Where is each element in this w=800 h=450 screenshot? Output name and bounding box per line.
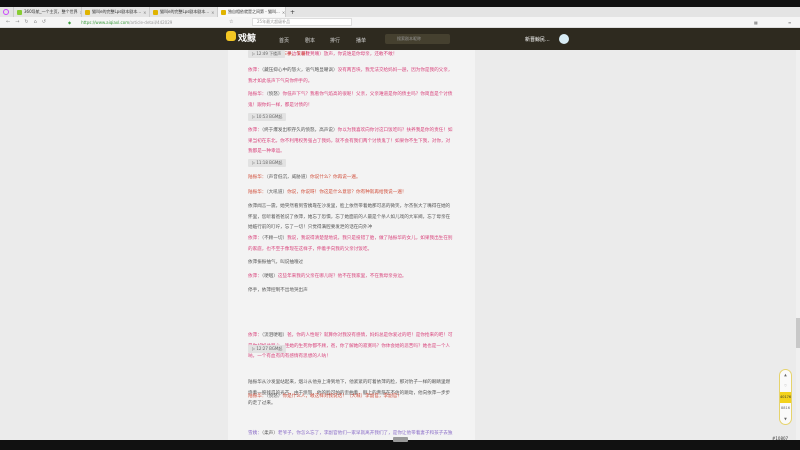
new-tab-button[interactable]: + [290, 9, 295, 16]
speaker-name: 陆振华： [248, 92, 267, 97]
page-body: 陆振华：（不耐烦，手边发着鞭凳嘴）放声，你说谁是你母亲，还敢不敢！ 依萍：（藏压… [0, 50, 796, 440]
dialog-line: 依萍：（不顾一切）我说，我说得清楚楚地说，我只是投错了胎，做了陆振华的女儿，如果… [248, 234, 453, 255]
address-bar: ← → ↻ ⌂ ↺ ◆ https://www.aiqiaxl.com/article-… [0, 17, 800, 28]
nav-home[interactable]: 首页 [279, 37, 289, 44]
dialog-text: 你说，你说呀！你这是什么意思？你有种就再给我说一遍！ [287, 190, 407, 195]
version-label: #10807 [772, 436, 789, 441]
scrollbar[interactable] [796, 50, 800, 440]
speaker-name: 依萍： [248, 333, 262, 338]
like-icon[interactable]: ♡ [780, 381, 791, 392]
menu-icon[interactable]: ≡ [788, 20, 791, 25]
back-icon[interactable]: ← [6, 19, 10, 25]
apps-icon[interactable]: ▦ [754, 20, 758, 25]
speaker-name: 陆振华： [248, 190, 267, 195]
scroll-bottom-button[interactable]: ▼ [780, 414, 791, 425]
site-header: 戏鲸 首页 剧本 排行 播单 搜索剧本昵称 新晋鲸民... [0, 28, 800, 50]
stage-direction: （哽咽） [261, 274, 278, 279]
tab-1[interactable]: 360导航_一个主页，整个世界× [14, 7, 82, 17]
nav-scripts[interactable]: 剧本 [305, 37, 315, 44]
stage-direction: （愤怒） [266, 394, 283, 399]
narration-paragraph: 停手，依萍控制不出地哭出声 [248, 288, 308, 293]
dialog-text: 乍录，乍录！ [282, 52, 311, 57]
dialog-line: 陆振华：（愤怒）你是什么人，敢这样对我说话！（大喊）李副官，李副官！ [248, 392, 453, 403]
forward-icon[interactable]: → [15, 19, 19, 25]
dialog-line: 依萍：（藏压抑心中的怒火，语气略显嘲讽）没有两百块，我无法交给妈妈一趟，因为你是… [248, 66, 453, 87]
url-input[interactable]: https://www.aiqiaxl.com/article-detail/4… [81, 20, 172, 25]
browser-logo[interactable] [0, 7, 14, 17]
home-icon[interactable]: ⌂ [34, 19, 37, 25]
stage-direction: （藏压抑心中的怒火，语气略显嘲讽） [261, 68, 338, 73]
dialog-line: 陆振华：（声音低沉，威胁道）你说什么？你再说一遍。 [248, 173, 453, 184]
taskbar [0, 442, 800, 450]
article-column: 陆振华：（不耐烦，手边发着鞭凳嘴）放声，你说谁是你母亲，还敢不敢！ 依萍：（藏压… [228, 50, 475, 440]
scroll-top-button[interactable]: ▲ [780, 370, 791, 381]
bgm-badge: ▷ 12:27 BGM起 [248, 345, 287, 353]
dialog-text: 你说什么？你再说一遍。 [310, 175, 361, 180]
stage-direction: （流泪哽咽） [261, 333, 288, 338]
close-icon[interactable]: × [211, 10, 214, 15]
avatar[interactable] [559, 34, 569, 44]
browser-search-input[interactable]: 25年最大超级补品 [252, 18, 352, 26]
tab-strip: 360导航_一个主页，整个世界× 猫叫e的完整Lps剧本剧本...× 猫叫e的完… [0, 7, 800, 17]
dialog-line: 依萍：（终于爆发出积存久的愤怒，高声说）你以为我喜欢向你讨这口饭吃吗？扶养我是你… [248, 126, 453, 158]
site-search-input[interactable]: 搜索剧本昵称 [385, 34, 450, 44]
count-button[interactable]: 8816 [780, 403, 791, 414]
dialog-line: 雪姨：（柔声）老爷子，你怎么忘了，李副官他们一家早就离开我们了，是你让他带着妻子… [248, 429, 453, 440]
speaker-name: 依萍： [248, 128, 262, 133]
stage-direction: （不顾一切） [261, 236, 288, 241]
tab-3[interactable]: 猫叫e的完整Lps剧本剧本... × [150, 7, 218, 17]
shield-icon: ◆ [68, 19, 72, 25]
coin-button[interactable]: 40176 [780, 392, 791, 403]
dialog-line: 陆振华：（大吼道）你说，你说呀！你这是什么意思？你有种就再给我说一遍！ [248, 188, 453, 199]
speaker-name: 陆振华： [248, 394, 267, 399]
user-name[interactable]: 新晋鲸民... [525, 36, 550, 43]
nav-ranking[interactable]: 排行 [330, 37, 340, 44]
dialog-line: 依萍：（哽咽）这些年来我的父亲在哪儿呢？他不在我家里，不在我母亲身边。 [248, 272, 453, 283]
dialog-line: 陆振华：（愤怒）你低声下气？我看你气焰高的很呢！父亲，父亲难道是你的债主吗？你简… [248, 90, 453, 111]
stage-direction: （大吼道） [266, 190, 288, 195]
bgm-badge: ▷ 10:53 BGM起 [248, 113, 287, 121]
tab-2[interactable]: 猫叫e的完整Lps剧本剧本... × [82, 7, 150, 17]
speaker-name: 雪姨： [248, 431, 262, 436]
close-icon[interactable]: × [282, 10, 285, 15]
narration-paragraph: 依萍振振抽气，叫说抽噎过 [248, 260, 304, 265]
tab-4[interactable]: 独自相依就是之间第 - 猫叫... × [218, 7, 286, 17]
speaker-name: 依萍： [248, 274, 262, 279]
reload-icon[interactable]: ↻ [24, 19, 28, 25]
bgm-badge: ▷ 11:18 BGM起 [248, 159, 287, 167]
dialog-text: 这些年来我的父亲在哪儿呢？他不在我家里，不在我母亲身边。 [277, 274, 407, 279]
site-logo[interactable]: 戏鲸 [226, 31, 256, 44]
dialog-text: 你是什么人，敢这样对我说话！（大喊）李副官，李副官！ [282, 394, 402, 399]
stage-direction: （终于爆发出积存久的愤怒，高声说） [261, 128, 338, 133]
dialog-text: 老爷子，你怎么忘了，李副官他们一家早就离开我们了，是你让他带着妻子和孩子去独立的… [277, 431, 453, 436]
undo-icon[interactable]: ↺ [42, 19, 46, 25]
star-icon[interactable]: ☆ [229, 19, 233, 25]
nav-playlist[interactable]: 播单 [356, 37, 366, 44]
speaker-name: 依萍： [248, 236, 262, 241]
stage-direction: （愤怒） [266, 92, 283, 97]
float-toolbar: ▲ ♡ 40176 8816 ▼ [779, 369, 792, 425]
speaker-name: 陆振华： [248, 175, 267, 180]
whale-logo-icon [226, 31, 236, 41]
narration-paragraph: 依萍闻言一震，她突然看到雪姨靠在沙发里，脸上依然带着她那可恶的微笑，尔杰张大了嘴… [248, 204, 451, 230]
stage-direction: （柔声） [261, 431, 278, 436]
speaker-name: 依萍： [248, 68, 262, 73]
stage-direction: （声音低沉，威胁道） [266, 175, 311, 180]
bgm-badge: ▷ 12:49 下楼声 [248, 50, 286, 58]
close-icon[interactable]: × [143, 10, 146, 15]
